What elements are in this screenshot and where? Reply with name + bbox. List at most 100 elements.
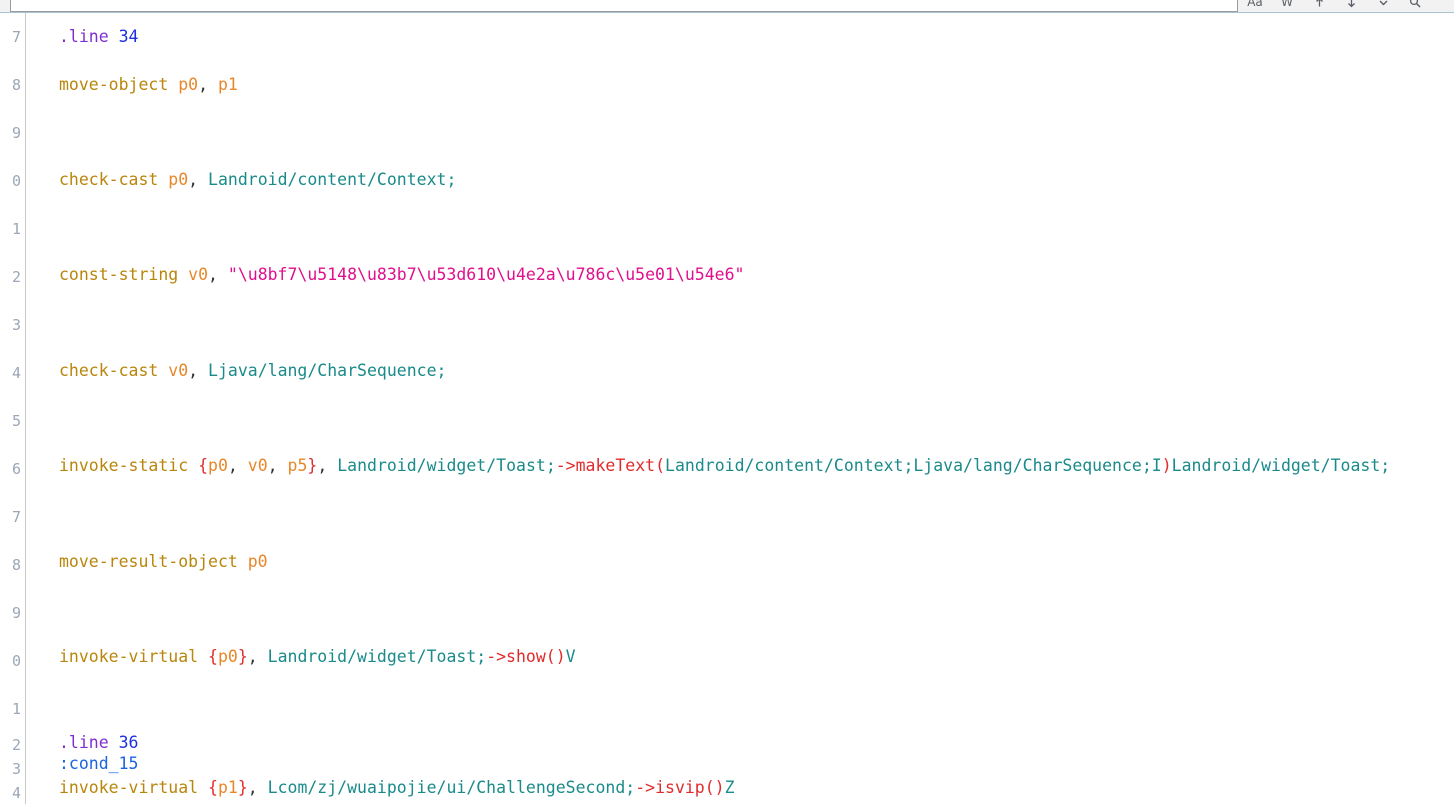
code-token: , [247, 646, 268, 666]
code-token: , [247, 778, 268, 798]
line-number: 7 [11, 508, 21, 526]
code-line[interactable] [26, 108, 1454, 156]
line-number: 2 [11, 268, 21, 286]
whole-words-icon[interactable]: W [1278, 0, 1296, 11]
code-line[interactable]: .line 34 [26, 13, 1454, 61]
line-number: 9 [11, 124, 21, 142]
code-token: invoke-virtual [59, 646, 209, 666]
code-token: :cond_15 [59, 754, 139, 774]
code-token: p0 [247, 551, 268, 571]
code-token: V [565, 646, 576, 666]
code-token: p0 [208, 456, 228, 476]
code-token: check-cast [59, 170, 169, 190]
code-token: , [188, 360, 209, 380]
line-number: 1 [11, 700, 21, 718]
code-line[interactable] [26, 490, 1454, 538]
match-case-icon[interactable]: Aa [1246, 0, 1264, 11]
search-toolbar: Aa W [0, 0, 1454, 13]
code-token: , [227, 456, 248, 476]
code-token: 36 [118, 733, 139, 753]
line-number-list: 78901234567890123456789 [12, 13, 21, 804]
code-token: ->makeText( [555, 456, 666, 476]
code-line[interactable]: move-object p0, p1 [26, 61, 1454, 109]
code-line[interactable]: invoke-virtual {p0}, Landroid/widget/Toa… [26, 633, 1454, 681]
line-number: 4 [11, 364, 21, 382]
code-token: ) [1161, 456, 1172, 476]
code-token: Landroid/content/Context; [208, 170, 457, 190]
code-token: ->isvip() [635, 778, 725, 798]
code-token: p0 [217, 646, 238, 666]
code-line[interactable] [26, 800, 1454, 804]
search-toolbar-icons: Aa W [1246, 0, 1424, 12]
code-editor[interactable]: 78901234567890123456789 .line 34move-obj… [0, 13, 1454, 804]
code-token: , [208, 265, 228, 285]
code-line[interactable] [26, 299, 1454, 347]
code-token: p1 [217, 74, 238, 94]
code-line[interactable] [26, 585, 1454, 633]
line-number: 6 [11, 460, 21, 478]
chevron-down-icon[interactable] [1374, 0, 1392, 11]
line-number: 3 [11, 760, 21, 778]
code-token: ->show() [486, 646, 566, 666]
code-token: , [188, 170, 209, 190]
code-line[interactable]: invoke-static {p0, v0, p5}, Landroid/wid… [26, 442, 1454, 490]
code-token: const-string [59, 265, 189, 285]
code-line[interactable]: move-result-object p0 [26, 538, 1454, 586]
code-token: Landroid/widget/Toast; [267, 646, 487, 666]
code-token: { [208, 646, 218, 666]
code-token: , [198, 74, 218, 94]
code-token: p5 [287, 456, 308, 476]
code-content[interactable]: .line 34 move-object p0, p1 check-cast p0… [26, 13, 1454, 804]
code-token: .line [59, 27, 119, 46]
line-number: 3 [11, 316, 21, 334]
line-number: 9 [11, 604, 21, 622]
code-token: { [198, 456, 209, 476]
search-icon[interactable] [1406, 0, 1424, 11]
line-number: 2 [11, 736, 21, 754]
code-line[interactable]: const-string v0, "\u8bf7\u5148\u83b7\u53… [26, 251, 1454, 299]
code-token: v0 [188, 265, 209, 285]
code-token: , [267, 456, 288, 476]
code-line[interactable] [26, 681, 1454, 729]
code-token: Landroid/widget/Toast; [337, 456, 556, 476]
code-line[interactable]: invoke-virtual {p1}, Lcom/zj/wuaipojie/u… [26, 776, 1454, 800]
code-token: Landroid/content/Context;Ljava/lang/Char… [665, 456, 1162, 476]
code-token: move-object [59, 74, 179, 94]
code-line[interactable]: check-cast v0, Ljava/lang/CharSequence; [26, 347, 1454, 395]
code-token: "\u8bf7\u5148\u83b7\u53d610\u4e2a\u786c\… [227, 265, 745, 285]
line-number-gutter: 78901234567890123456789 [0, 13, 26, 804]
code-token: 34 [118, 27, 139, 46]
code-line[interactable]: :cond_15 [26, 752, 1454, 776]
code-token: } [237, 646, 248, 666]
code-token: , [317, 456, 338, 476]
code-token: Lcom/zj/wuaipojie/ui/ChallengeSecond; [267, 778, 636, 798]
line-number: 4 [11, 784, 21, 802]
search-input[interactable] [10, 0, 1238, 12]
line-number: 5 [11, 412, 21, 430]
line-number: 8 [11, 76, 21, 94]
code-token: p1 [217, 778, 238, 798]
code-line[interactable]: .line 36 [26, 728, 1454, 752]
line-number: 1 [11, 220, 21, 238]
code-token: p0 [178, 74, 199, 94]
code-token: Landroid/widget/Toast; [1171, 456, 1391, 476]
code-token: v0 [247, 456, 268, 476]
line-number: 0 [11, 652, 21, 670]
code-token: invoke-static [59, 456, 199, 476]
code-token: check-cast [59, 360, 169, 380]
next-match-icon[interactable] [1342, 0, 1360, 11]
code-line[interactable] [26, 395, 1454, 443]
code-token: .line [59, 733, 119, 753]
code-line[interactable]: check-cast p0, Landroid/content/Context; [26, 156, 1454, 204]
code-token: invoke-virtual [59, 778, 209, 798]
code-line[interactable] [26, 204, 1454, 252]
prev-match-icon[interactable] [1310, 0, 1328, 11]
line-number: 7 [11, 28, 21, 46]
code-token: } [307, 456, 318, 476]
